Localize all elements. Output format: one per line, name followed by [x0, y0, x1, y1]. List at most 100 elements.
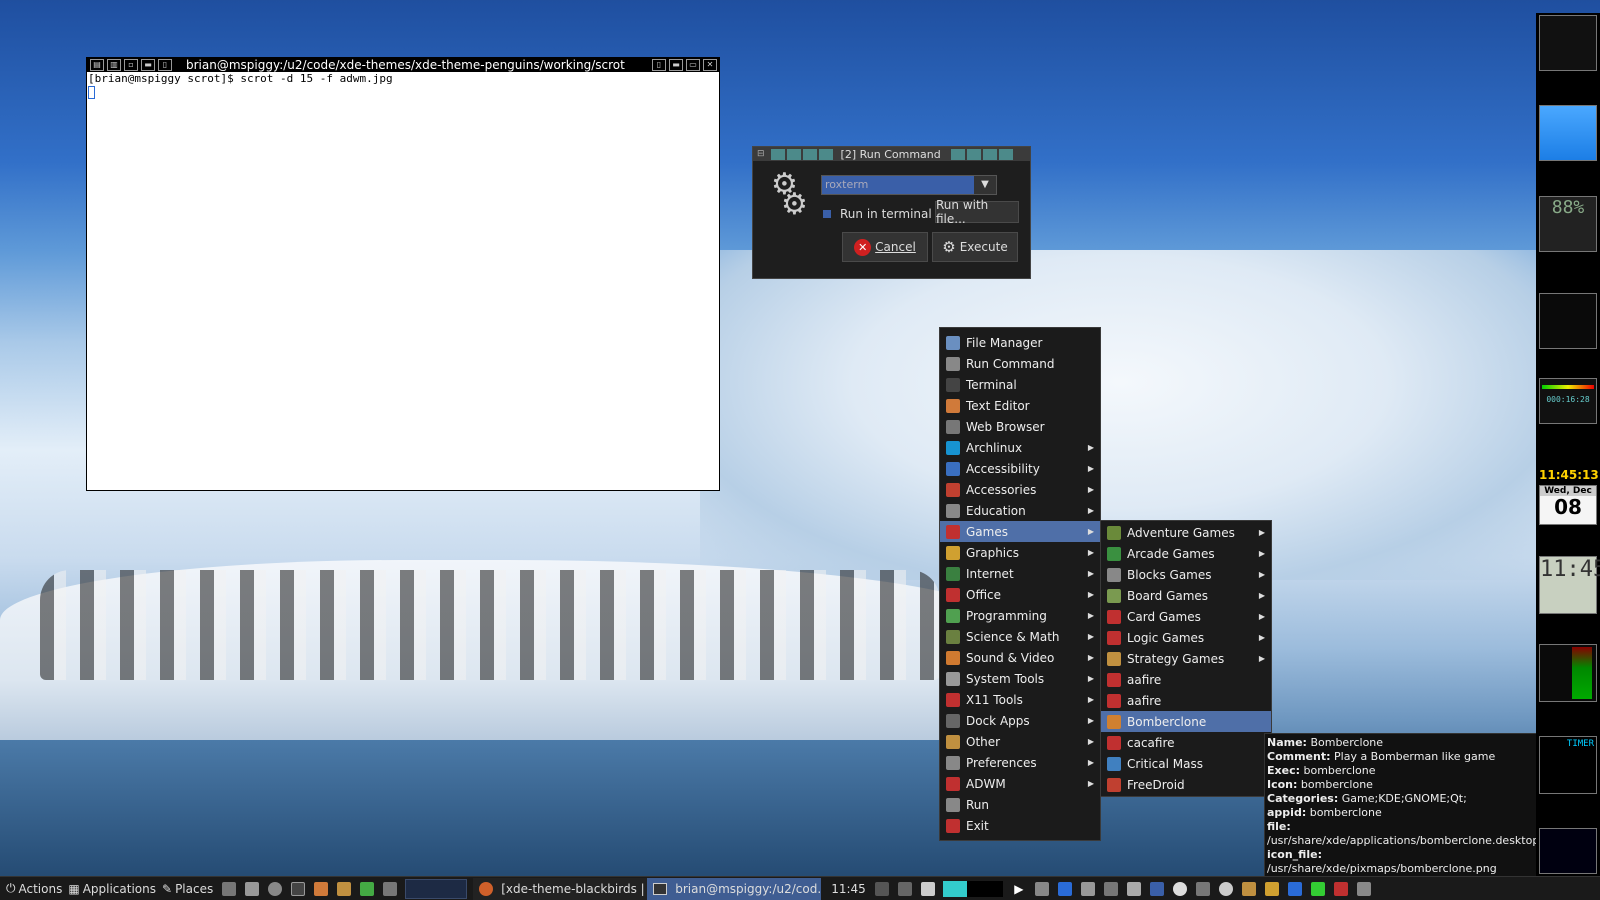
dock-app-net-monitor[interactable]	[1539, 293, 1597, 349]
tray-icon-4[interactable]	[1103, 881, 1118, 896]
workspace-pager[interactable]	[405, 878, 468, 899]
terminal-window[interactable]: ▤ ▥ ▫ ▬ ▯ brian@mspiggy:/u2/code/xde-the…	[86, 57, 720, 491]
applications-menu[interactable]: File Manager Run Command Terminal Text Edit…	[939, 327, 1101, 841]
menu-item[interactable]: Accessories ▶	[940, 479, 1100, 500]
menu-item[interactable]: ADWM ▶	[940, 773, 1100, 794]
actions-menu[interactable]: ⏻ Actions	[6, 881, 62, 896]
dock-app-meter[interactable]: 000:16:28	[1539, 378, 1597, 424]
games-submenu[interactable]: Adventure Games ▶ Arcade Games ▶ Blocks Game…	[1100, 520, 1272, 797]
window-menu-icon[interactable]: ▤	[90, 59, 104, 71]
tray-icon-7[interactable]	[1195, 881, 1210, 896]
launcher-files-icon[interactable]	[222, 881, 237, 896]
games-menu-item[interactable]: Card Games ▶	[1101, 606, 1271, 627]
tray-icon-5[interactable]	[1126, 881, 1141, 896]
dock-app-volume[interactable]	[1539, 644, 1597, 702]
launcher-tools-icon[interactable]	[383, 881, 398, 896]
games-menu-item[interactable]: FreeDroid	[1101, 774, 1271, 795]
games-menu-item[interactable]: Critical Mass	[1101, 753, 1271, 774]
dock-app-blue[interactable]	[1539, 828, 1597, 874]
dock-calendar[interactable]: Wed, Dec 08	[1539, 485, 1597, 525]
play-icon[interactable]: ▶	[1012, 882, 1026, 896]
tray-icon-10[interactable]	[1310, 881, 1325, 896]
menu-item[interactable]: Other ▶	[940, 731, 1100, 752]
menu-item[interactable]: X11 Tools ▶	[940, 689, 1100, 710]
games-menu-item[interactable]: aafire	[1101, 669, 1271, 690]
bluetooth-icon[interactable]	[1057, 881, 1072, 896]
menu-item[interactable]: Programming ▶	[940, 605, 1100, 626]
task-button-terminal[interactable]: brian@mspiggy:/u2/cod...	[647, 877, 822, 900]
launcher-text-icon[interactable]	[314, 881, 329, 896]
launcher-green-icon[interactable]	[360, 881, 375, 896]
games-menu-item[interactable]: Board Games ▶	[1101, 585, 1271, 606]
menu-item[interactable]: Preferences ▶	[940, 752, 1100, 773]
launcher-app-icon[interactable]	[337, 881, 352, 896]
menu-item[interactable]: Run Command	[940, 353, 1100, 374]
menu-item[interactable]: Text Editor	[940, 395, 1100, 416]
tray-icon-11[interactable]	[1333, 881, 1348, 896]
window-menu-icon[interactable]: ⊟	[753, 149, 769, 159]
games-menu-item[interactable]: Blocks Games ▶	[1101, 564, 1271, 585]
cancel-button[interactable]: ✕ Cancel	[842, 232, 928, 262]
fill-icon[interactable]: ▯	[652, 59, 666, 71]
close-icon[interactable]: ✕	[703, 59, 717, 71]
wifi-icon[interactable]	[1080, 881, 1095, 896]
dock-app-blank[interactable]	[1539, 15, 1597, 71]
menu-item[interactable]: File Manager	[940, 332, 1100, 353]
games-menu-item[interactable]: Adventure Games ▶	[1101, 522, 1271, 543]
dock-app-weather[interactable]	[1539, 105, 1597, 161]
menu-item[interactable]: Sound & Video ▶	[940, 647, 1100, 668]
run-with-file-button[interactable]: Run with file...	[935, 198, 1019, 226]
applications-menu-button[interactable]: ▦ Applications	[68, 882, 156, 896]
checkbox-box[interactable]	[823, 210, 831, 218]
dock-lcd-clock[interactable]: 11:45	[1539, 556, 1600, 614]
launcher-terminal-icon[interactable]	[291, 881, 306, 896]
tray-icon-1[interactable]	[874, 881, 889, 896]
games-menu-item[interactable]: Bomberclone	[1101, 711, 1271, 732]
tray-icon-6[interactable]	[1149, 881, 1164, 896]
floating-icon[interactable]: ▯	[158, 59, 172, 71]
menu-item[interactable]: Games ▶	[940, 521, 1100, 542]
layout-icon[interactable]: ▥	[107, 59, 121, 71]
menu-item[interactable]: Archlinux ▶	[940, 437, 1100, 458]
tray-icon-8[interactable]	[1241, 881, 1256, 896]
gear-icon[interactable]	[1218, 881, 1233, 896]
menu-item[interactable]: Graphics ▶	[940, 542, 1100, 563]
shade-icon[interactable]: ▬	[141, 59, 155, 71]
execute-button[interactable]: ⚙ Execute	[932, 232, 1018, 262]
games-menu-item[interactable]: cacafire	[1101, 732, 1271, 753]
games-menu-item[interactable]: Logic Games ▶	[1101, 627, 1271, 648]
task-button-blackbirds[interactable]: [xde-theme-blackbirds | ...	[473, 877, 648, 900]
terminal-output[interactable]: [brian@mspiggy scrot]$ scrot -d 15 -f ad…	[87, 72, 719, 102]
terminal-titlebar[interactable]: ▤ ▥ ▫ ▬ ▯ brian@mspiggy:/u2/code/xde-the…	[87, 58, 719, 72]
maximize-icon[interactable]: ▭	[686, 59, 700, 71]
dock-timer[interactable]: TIMER	[1539, 736, 1597, 794]
menu-item[interactable]: Internet ▶	[940, 563, 1100, 584]
command-combobox[interactable]: roxterm ▼	[821, 175, 997, 195]
chevron-down-icon[interactable]: ▼	[974, 176, 996, 194]
menu-item[interactable]: Education ▶	[940, 500, 1100, 521]
run-dialog-titlebar[interactable]: ⊟ [2] Run Command	[753, 147, 1030, 161]
tray-bluetooth-icon[interactable]	[1287, 881, 1302, 896]
menu-item[interactable]: Office ▶	[940, 584, 1100, 605]
menu-item[interactable]: Exit	[940, 815, 1100, 836]
launcher-editor-icon[interactable]	[245, 881, 260, 896]
menu-item[interactable]: System Tools ▶	[940, 668, 1100, 689]
volume-icon[interactable]	[1034, 881, 1049, 896]
minimize-icon[interactable]: ▬	[669, 59, 683, 71]
menu-item[interactable]: Science & Math ▶	[940, 626, 1100, 647]
menu-item[interactable]: Accessibility ▶	[940, 458, 1100, 479]
dock-app-cpu-monitor[interactable]: 88%	[1539, 196, 1597, 252]
launcher-browser-icon[interactable]	[268, 881, 283, 896]
menu-item[interactable]: Terminal	[940, 374, 1100, 395]
run-command-dialog[interactable]: ⊟ [2] Run Command ⚙ ⚙ roxterm ▼ Run in te…	[752, 146, 1031, 279]
menu-item[interactable]: Run	[940, 794, 1100, 815]
tray-icon-2[interactable]	[897, 881, 912, 896]
menu-item[interactable]: Web Browser	[940, 416, 1100, 437]
menu-item[interactable]: Dock Apps ▶	[940, 710, 1100, 731]
places-menu[interactable]: ✎ Places	[162, 882, 213, 896]
games-menu-item[interactable]: Strategy Games ▶	[1101, 648, 1271, 669]
tray-icon-3[interactable]	[920, 881, 935, 896]
taskbar-clock[interactable]: 11:45	[831, 882, 866, 896]
brightness-icon[interactable]	[1172, 881, 1187, 896]
games-menu-item[interactable]: aafire	[1101, 690, 1271, 711]
